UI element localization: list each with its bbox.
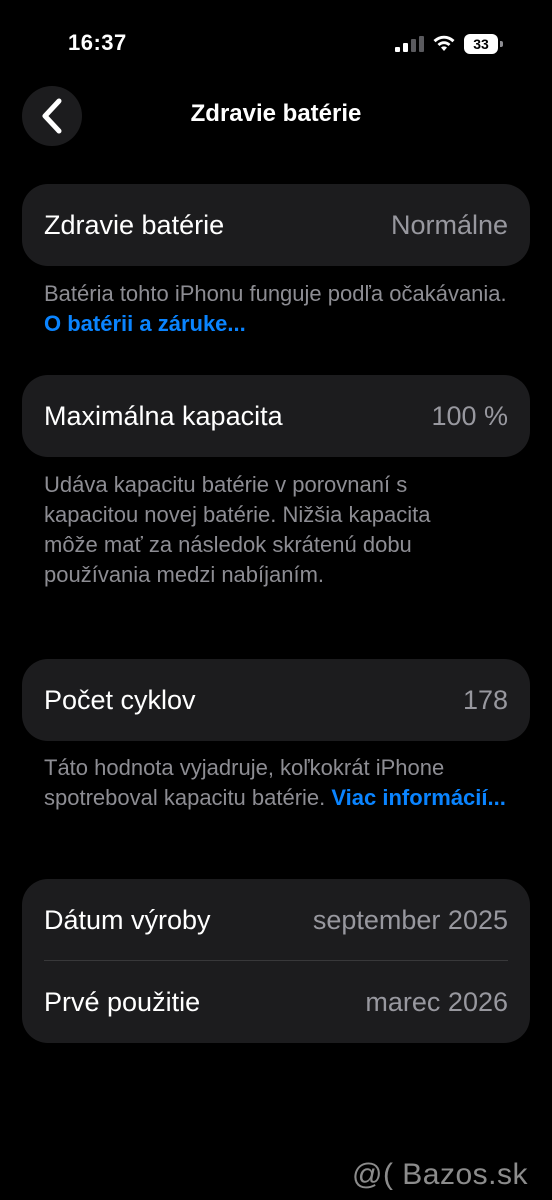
- battery-health-row: Zdravie batérie Normálne: [22, 184, 530, 266]
- status-bar: 16:37 33: [0, 0, 552, 90]
- max-capacity-value: 100 %: [431, 400, 508, 431]
- cycle-count-value: 178: [462, 684, 508, 715]
- manufacture-date-row: Dátum výroby september 2025: [22, 879, 530, 961]
- cycle-count-footnote: Táto hodnota vyjadruje, koľkokrát iPhone…: [44, 753, 514, 813]
- battery-warranty-link[interactable]: O batérii a záruke...: [44, 311, 246, 336]
- first-use-row: Prvé použitie marec 2026: [22, 961, 530, 1043]
- max-capacity-card: Maximálna kapacita 100 %: [22, 375, 530, 457]
- max-capacity-row: Maximálna kapacita 100 %: [22, 375, 530, 457]
- battery-health-footnote: Batéria tohto iPhonu funguje podľa očaká…: [44, 279, 514, 339]
- battery-cap: [500, 41, 503, 47]
- dates-card: Dátum výroby september 2025 Prvé použiti…: [22, 879, 530, 1043]
- watermark: @( Bazos.sk: [352, 1158, 528, 1191]
- first-use-label: Prvé použitie: [44, 986, 201, 1017]
- battery-icon: 33: [464, 34, 504, 54]
- battery-level: 33: [464, 34, 498, 54]
- cycle-count-row: Počet cyklov 178: [22, 659, 530, 741]
- manufacture-date-label: Dátum výroby: [44, 904, 211, 935]
- first-use-value: marec 2026: [365, 986, 508, 1017]
- max-capacity-footnote: Udáva kapacitu batérie v porovnaní s kap…: [44, 470, 484, 590]
- page-title: Zdravie batérie: [190, 100, 362, 127]
- cellular-signal-icon: [395, 36, 424, 52]
- more-info-link[interactable]: Viac informácií...: [331, 785, 505, 810]
- battery-health-label: Zdravie batérie: [44, 209, 225, 240]
- max-capacity-label: Maximálna kapacita: [44, 400, 283, 431]
- cycle-count-card: Počet cyklov 178: [22, 659, 530, 741]
- battery-health-card: Zdravie batérie Normálne: [22, 184, 530, 266]
- wifi-icon: [433, 35, 455, 51]
- status-time: 16:37: [68, 30, 127, 55]
- cycle-count-label: Počet cyklov: [44, 684, 196, 715]
- manufacture-date-value: september 2025: [312, 904, 508, 935]
- max-capacity-footnote-text: Udáva kapacitu batérie v porovnaní s kap…: [44, 472, 431, 587]
- battery-health-value: Normálne: [390, 209, 508, 240]
- battery-health-footnote-text: Batéria tohto iPhonu funguje podľa očaká…: [44, 281, 507, 306]
